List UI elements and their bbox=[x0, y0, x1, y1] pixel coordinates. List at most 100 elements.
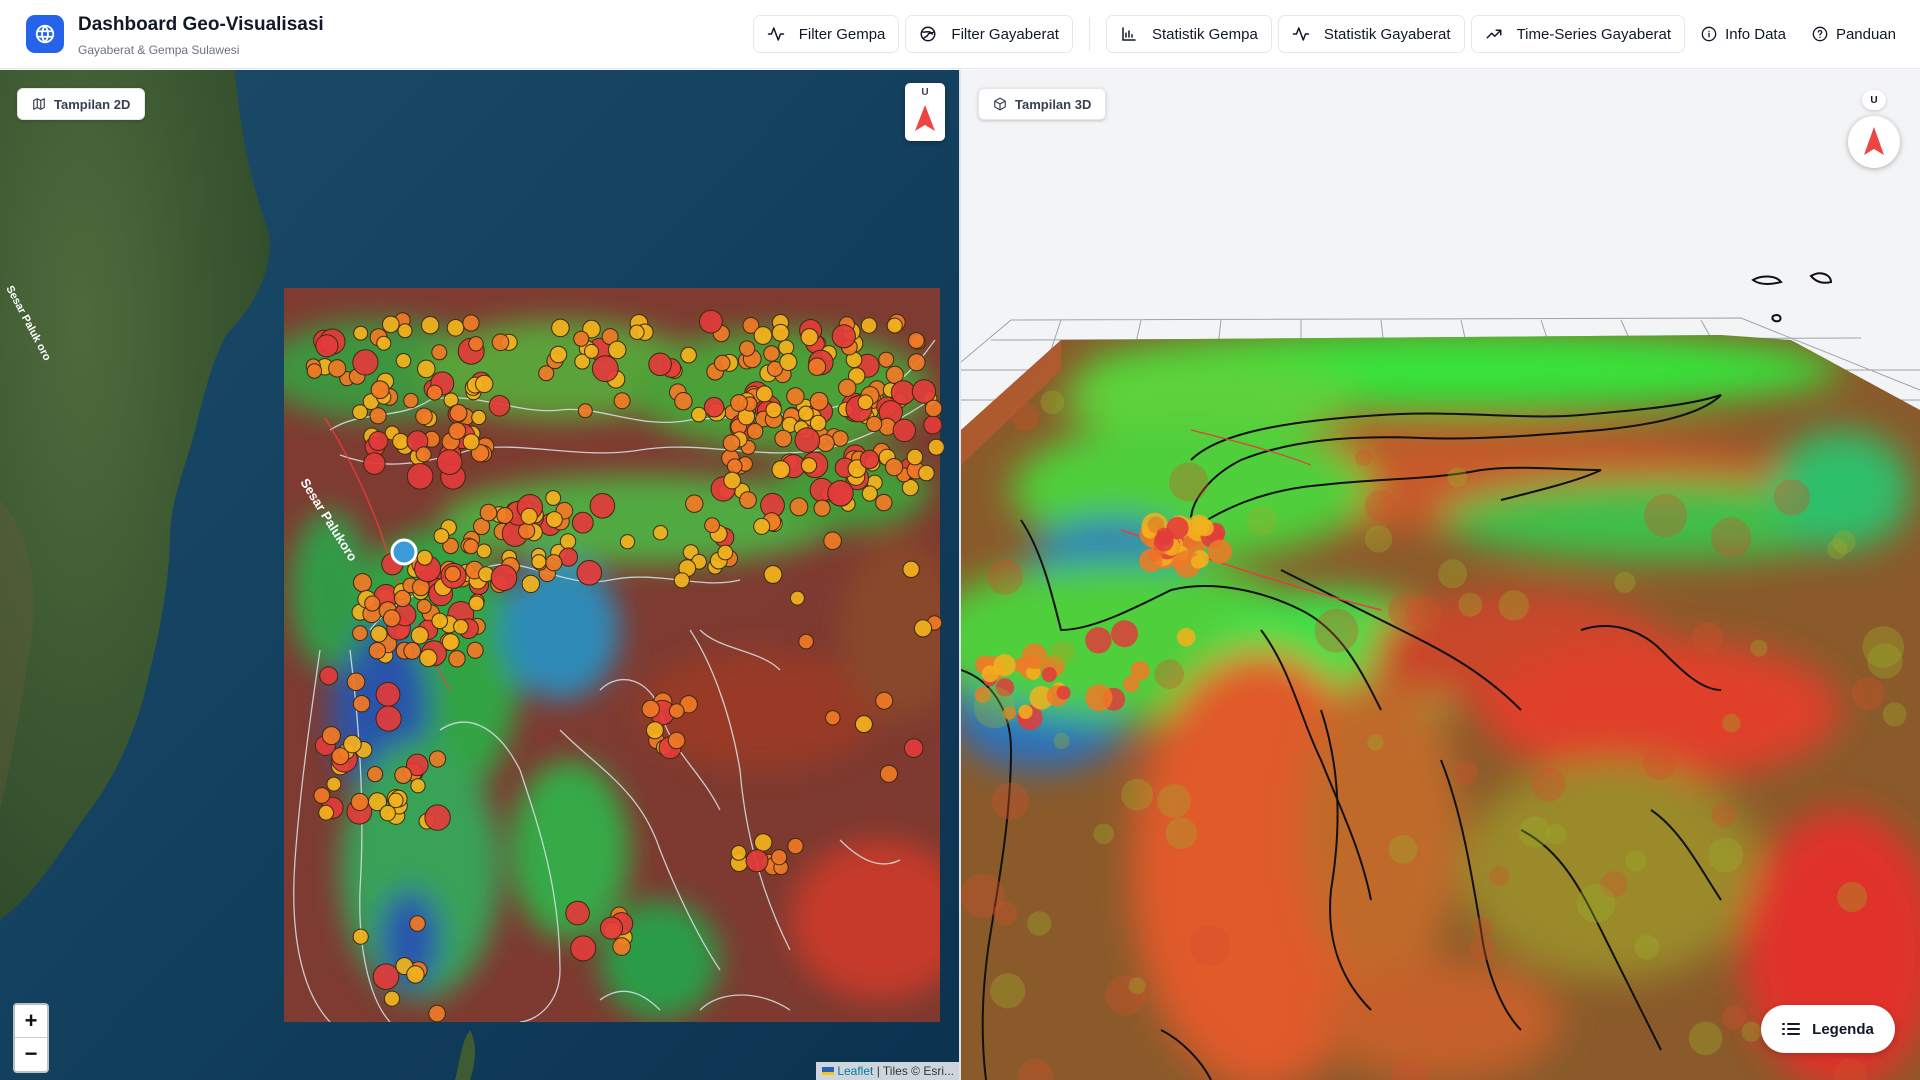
earthquake-bubble-3d[interactable] bbox=[1519, 816, 1551, 848]
earthquake-marker[interactable] bbox=[306, 363, 323, 379]
time-series-button[interactable]: Time-Series Gayaberat bbox=[1470, 15, 1686, 53]
earthquake-marker[interactable] bbox=[406, 965, 425, 984]
earthquake-marker[interactable] bbox=[476, 543, 492, 559]
earthquake-marker[interactable] bbox=[395, 353, 412, 369]
earthquake-bubble-3d[interactable] bbox=[1085, 627, 1112, 654]
earthquake-marker[interactable] bbox=[368, 431, 389, 451]
earthquake-bubble-3d[interactable] bbox=[1741, 1021, 1762, 1042]
earthquake-bubble-3d[interactable] bbox=[1498, 590, 1530, 621]
earthquake-marker[interactable] bbox=[369, 407, 387, 425]
earthquake-bubble-3d[interactable] bbox=[1154, 659, 1185, 689]
earthquake-marker[interactable] bbox=[685, 494, 704, 513]
earthquake-marker[interactable] bbox=[573, 330, 590, 347]
map-2d-canvas[interactable]: Sesar Palukoro Sesar Paluk oro bbox=[0, 70, 960, 1080]
earthquake-marker[interactable] bbox=[448, 650, 466, 668]
earthquake-marker[interactable] bbox=[328, 359, 347, 378]
leaflet-link[interactable]: Leaflet bbox=[837, 1064, 873, 1078]
earthquake-marker[interactable] bbox=[403, 642, 422, 660]
earthquake-marker[interactable] bbox=[415, 446, 432, 463]
earthquake-marker[interactable] bbox=[816, 434, 835, 452]
earthquake-marker[interactable] bbox=[704, 517, 720, 534]
earthquake-bubble-3d[interactable] bbox=[1165, 817, 1198, 850]
earthquake-bubble-3d[interactable] bbox=[1053, 732, 1070, 750]
earthquake-bubble-3d[interactable] bbox=[1246, 505, 1277, 536]
earthquake-bubble-3d[interactable] bbox=[973, 686, 1016, 729]
earthquake-marker[interactable] bbox=[789, 590, 805, 606]
earthquake-marker[interactable] bbox=[453, 619, 469, 635]
earthquake-bubble-3d[interactable] bbox=[1128, 977, 1146, 995]
earthquake-marker[interactable] bbox=[363, 452, 386, 475]
earthquake-marker[interactable] bbox=[313, 787, 331, 804]
earthquake-bubble-3d[interactable] bbox=[1454, 760, 1479, 785]
earthquake-marker[interactable] bbox=[463, 538, 479, 555]
earthquake-marker[interactable] bbox=[372, 963, 400, 991]
earthquake-marker[interactable] bbox=[722, 434, 741, 452]
earthquake-marker[interactable] bbox=[416, 598, 432, 614]
earthquake-marker[interactable] bbox=[577, 403, 593, 419]
earthquake-marker[interactable] bbox=[419, 648, 438, 668]
earthquake-marker[interactable] bbox=[723, 471, 742, 490]
earthquake-marker[interactable] bbox=[428, 1004, 446, 1023]
earthquake-bubble-3d[interactable] bbox=[1643, 747, 1676, 781]
earthquake-marker[interactable] bbox=[730, 394, 748, 412]
earthquake-marker[interactable] bbox=[739, 491, 757, 510]
earthquake-marker[interactable] bbox=[475, 374, 494, 394]
compass-3d[interactable] bbox=[1848, 116, 1900, 168]
earthquake-marker[interactable] bbox=[771, 460, 791, 480]
earthquake-marker[interactable] bbox=[827, 480, 854, 507]
earthquake-bubble-3d[interactable] bbox=[990, 973, 1026, 1009]
earthquake-bubble-3d[interactable] bbox=[1722, 714, 1741, 733]
earthquake-marker[interactable] bbox=[375, 705, 402, 732]
statistik-gayaberat-button[interactable]: Statistik Gayaberat bbox=[1277, 15, 1465, 53]
earthquake-bubble-3d[interactable] bbox=[1189, 925, 1231, 967]
earthquake-marker[interactable] bbox=[379, 804, 396, 822]
earthquake-bubble-3d[interactable] bbox=[1364, 490, 1396, 522]
earthquake-marker[interactable] bbox=[545, 554, 563, 572]
earthquake-marker[interactable] bbox=[648, 352, 672, 377]
earthquake-marker[interactable] bbox=[859, 449, 880, 470]
legenda-button[interactable]: Legenda bbox=[1761, 1005, 1895, 1053]
earthquake-marker[interactable] bbox=[918, 464, 935, 482]
earthquake-marker[interactable] bbox=[370, 625, 388, 643]
earthquake-marker[interactable] bbox=[382, 609, 401, 628]
earthquake-marker[interactable] bbox=[466, 641, 484, 659]
earthquake-marker[interactable] bbox=[753, 517, 771, 535]
earthquake-bubble-3d[interactable] bbox=[987, 559, 1023, 595]
earthquake-marker[interactable] bbox=[479, 503, 498, 522]
earthquake-bubble-3d[interactable] bbox=[981, 665, 999, 683]
earthquake-marker[interactable] bbox=[426, 384, 443, 401]
earthquake-marker[interactable] bbox=[490, 564, 518, 592]
earthquake-marker[interactable] bbox=[326, 776, 342, 792]
earthquake-marker[interactable] bbox=[488, 395, 511, 417]
earthquake-marker[interactable] bbox=[911, 379, 937, 404]
earthquake-marker[interactable] bbox=[857, 394, 874, 411]
earthquake-marker[interactable] bbox=[462, 314, 480, 332]
earthquake-marker[interactable] bbox=[353, 325, 369, 341]
earthquake-marker[interactable] bbox=[449, 404, 468, 422]
earthquake-bubble-3d[interactable] bbox=[1458, 592, 1483, 617]
earthquake-marker[interactable] bbox=[599, 916, 624, 940]
earthquake-marker[interactable] bbox=[406, 463, 434, 490]
earthquake-marker[interactable] bbox=[794, 427, 821, 453]
earthquake-marker[interactable] bbox=[879, 764, 899, 783]
map-2d-panel[interactable]: Sesar Palukoro Sesar Paluk oro Tampilan … bbox=[0, 70, 960, 1080]
earthquake-marker[interactable] bbox=[352, 349, 379, 376]
zoom-in-button[interactable]: + bbox=[15, 1005, 47, 1038]
earthquake-marker[interactable] bbox=[394, 766, 413, 784]
earthquake-bubble-3d[interactable] bbox=[1147, 516, 1165, 534]
earthquake-bubble-3d[interactable] bbox=[1750, 639, 1768, 657]
earthquake-marker[interactable] bbox=[367, 766, 384, 783]
earthquake-marker[interactable] bbox=[885, 458, 904, 477]
earthquake-marker[interactable] bbox=[691, 406, 707, 423]
earthquake-marker[interactable] bbox=[866, 415, 883, 433]
earthquake-marker[interactable] bbox=[397, 323, 413, 339]
map-3d-canvas[interactable] bbox=[961, 70, 1920, 1080]
earthquake-marker[interactable] bbox=[565, 900, 590, 926]
earthquake-marker[interactable] bbox=[798, 405, 814, 422]
earthquake-marker[interactable] bbox=[559, 533, 577, 550]
earthquake-marker[interactable] bbox=[800, 328, 819, 347]
earthquake-bubble-3d[interactable] bbox=[1018, 704, 1033, 719]
earthquake-marker[interactable] bbox=[903, 738, 924, 758]
earthquake-bubble-3d[interactable] bbox=[1447, 467, 1468, 488]
earthquake-marker[interactable] bbox=[667, 731, 686, 750]
